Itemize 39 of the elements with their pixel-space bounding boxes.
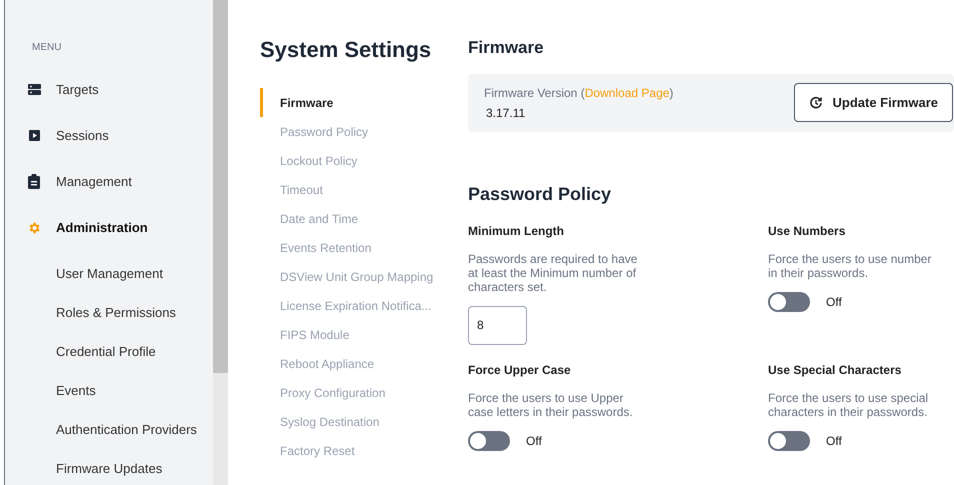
section-heading: Password Policy <box>468 182 612 206</box>
menu-item[interactable]: Management <box>26 171 213 192</box>
menu-item[interactable]: Administration <box>26 217 213 238</box>
clipboard-icon <box>28 174 40 189</box>
toggle-switch[interactable] <box>468 430 510 450</box>
option-title: Force Upper Case <box>468 362 572 378</box>
option-description: Force the users to use special characters in their passwords. <box>768 390 930 418</box>
gear-icon <box>27 220 41 234</box>
submenu-item[interactable]: Events <box>56 381 213 400</box>
scrollbar-thumb[interactable] <box>213 0 228 373</box>
toggle-switch[interactable] <box>768 430 810 450</box>
update-firmware-button[interactable]: Update Firmware <box>794 83 953 122</box>
menu-item[interactable]: Targets <box>26 79 213 100</box>
refresh-icon <box>808 96 823 110</box>
submenu-item[interactable]: Firmware Updates <box>56 459 213 478</box>
play-icon <box>28 130 40 141</box>
option-description: Passwords are required to have at least the Minimum number of characters set. <box>468 252 638 294</box>
menu-item[interactable]: Sessions <box>26 125 213 146</box>
submenu-item[interactable]: Authentication Providers <box>56 420 213 439</box>
firmware-version-label: Firmware Version (Download Page) <box>484 84 674 102</box>
menu-heading: MENU <box>32 41 62 55</box>
submenu-item[interactable]: Roles & Permissions <box>56 303 213 322</box>
firmware-version: 3.17.11 <box>485 104 526 122</box>
option-description: Force the users to use number in their passwords. <box>768 252 932 280</box>
settings-nav-item[interactable]: Firmware <box>260 88 460 117</box>
section-heading: Firmware <box>468 37 545 59</box>
server-icon <box>28 84 40 95</box>
submenu-item[interactable]: Credential Profile <box>56 342 213 361</box>
option-title: Use Special Characters <box>768 362 902 378</box>
toggle-state-label: Off <box>826 294 842 310</box>
toggle-state-label: Off <box>526 432 542 450</box>
option-title: Minimum Length <box>468 222 565 240</box>
page-title: System Settings <box>260 36 432 64</box>
toggle-state-label: Off <box>826 432 842 450</box>
option-title: Use Numbers <box>768 222 846 240</box>
submenu-item[interactable]: User Management <box>56 264 213 283</box>
number-field[interactable]: 8 <box>468 306 527 344</box>
option-description: Force the users to use Upper case letters in their passwords. <box>468 390 634 418</box>
toggle-switch[interactable] <box>768 292 810 312</box>
